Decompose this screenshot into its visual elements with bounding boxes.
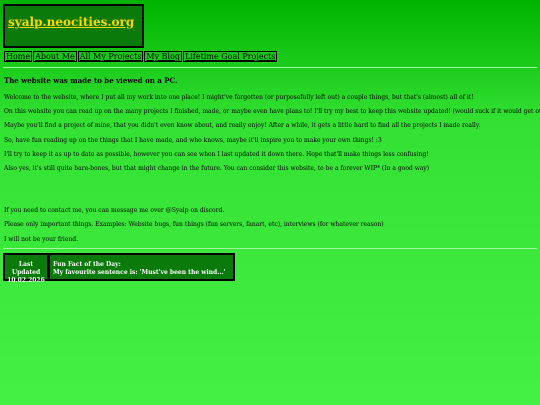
header-box: syalp.neocities.org: [3, 4, 144, 48]
paragraph-welcome: Welcome to the website, where I put all …: [4, 94, 474, 101]
fun-fact-box: Fun Fact of the Day: My favourite senten…: [48, 253, 235, 281]
last-updated-date: 10.02.2026: [7, 277, 45, 284]
contact-examples: Please only important things. Examples: …: [4, 221, 384, 228]
nav-home[interactable]: Home: [4, 51, 33, 62]
divider-bottom: [3, 248, 537, 249]
fun-fact-label: Fun Fact of the Day:: [53, 261, 121, 268]
paragraph-have-fun: So, have fun reading up on the things th…: [4, 137, 382, 144]
paragraph-find-project: Maybe you'll find a project of mine, tha…: [4, 122, 481, 129]
contact-line: If you need to contact me, you can messa…: [4, 207, 225, 214]
fun-fact-text: My favourite sentence is: 'Must've been …: [53, 269, 226, 276]
paragraph-up-to-date: I'll try to keep it as up to date as pos…: [4, 151, 429, 158]
main-heading: The website was made to be viewed on a P…: [4, 76, 178, 85]
nav-my-blog[interactable]: My Blog: [144, 51, 183, 62]
paragraph-read-up: On this website you can read up on the m…: [4, 108, 540, 115]
nav-all-projects[interactable]: All My Projects: [77, 51, 144, 62]
nav-about-me[interactable]: About Me: [33, 51, 77, 62]
last-updated-label: Last Updated: [11, 261, 41, 276]
nav-lifetime-goal-projects[interactable]: Lifetime Goal Projects: [183, 51, 278, 62]
site-title-link[interactable]: syalp.neocities.org: [8, 15, 134, 29]
last-updated-box: Last Updated 10.02.2026: [3, 253, 49, 284]
divider-top: [3, 67, 537, 68]
paragraph-bare-bones: Also yes, it's still quite bare-bones, b…: [4, 165, 430, 172]
contact-note: I will not be your friend.: [4, 236, 78, 243]
nav-bar: Home About Me All My Projects My Blog Li…: [4, 51, 278, 62]
